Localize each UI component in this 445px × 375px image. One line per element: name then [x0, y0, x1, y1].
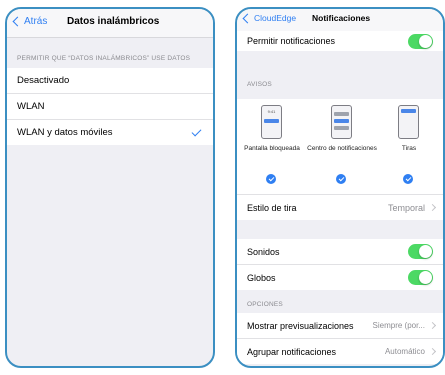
notification-center-phone-icon [331, 105, 352, 139]
allow-notifications-group: Permitir notificaciones [237, 31, 443, 51]
show-previews-value: Siempre (por... [372, 321, 425, 330]
sounds-badges-group: Sonidos Globos [237, 239, 443, 290]
alert-style-lock-screen[interactable]: 9:41 Pantalla bloqueada [237, 99, 307, 194]
allow-notifications-toggle[interactable] [408, 34, 433, 49]
option-label: Desactivado [17, 75, 70, 86]
banner-style-row[interactable]: Estilo de tira Temporal [237, 195, 443, 220]
badges-toggle[interactable] [408, 270, 433, 285]
alert-style-label: Pantalla bloqueada [244, 145, 300, 152]
sounds-row: Sonidos [237, 239, 443, 265]
show-previews-row[interactable]: Mostrar previsualizaciones Siempre (por.… [237, 313, 443, 339]
banner-style-group: Estilo de tira Temporal [237, 194, 443, 220]
option-wlan[interactable]: WLAN [7, 94, 213, 120]
alert-style-label: Tiras [401, 145, 417, 152]
data-options-list: Desactivado WLAN WLAN y datos móviles [7, 68, 213, 145]
lock-screen-phone-icon: 9:41 [261, 105, 282, 139]
navigation-bar: CloudEdge Notificaciones [237, 9, 443, 32]
grouping-value: Automático [384, 347, 425, 356]
alert-styles: 9:41 Pantalla bloqueada Centro de notifi… [237, 99, 443, 194]
options-section-header: OPCIONES [247, 301, 283, 308]
option-label: WLAN [17, 101, 45, 112]
notifications-screen: CloudEdge Notificaciones Permitir notifi… [235, 7, 445, 368]
back-button[interactable]: CloudEdge [242, 13, 297, 23]
page-title: Notificaciones [312, 13, 371, 23]
page-title: Datos inalámbricos [67, 16, 160, 27]
chevron-left-icon [242, 13, 253, 23]
banner-style-value: Temporal [387, 202, 425, 213]
wireless-data-screen: Atrás Datos inalámbricos PERMITIR QUE “D… [5, 7, 215, 368]
alert-style-banners[interactable]: Tiras [374, 99, 443, 194]
allow-notifications-row: Permitir notificaciones [237, 31, 443, 51]
section-header: PERMITIR QUE “DATOS INALÁMBRICOS” USE DA… [17, 55, 191, 62]
back-label: Atrás [24, 16, 48, 27]
options-group: Mostrar previsualizaciones Siempre (por.… [237, 313, 443, 364]
sounds-toggle[interactable] [408, 244, 433, 259]
alert-style-notification-center[interactable]: Centro de notificaciones [307, 99, 377, 194]
checkmark-circle-icon [336, 174, 346, 184]
grouping-row[interactable]: Agrupar notificaciones Automático [237, 339, 443, 364]
back-button[interactable]: Atrás [12, 16, 48, 27]
alert-style-label: Centro de notificaciones [307, 145, 377, 152]
chevron-left-icon [12, 16, 23, 27]
option-wlan-and-mobile[interactable]: WLAN y datos móviles [7, 120, 213, 145]
checkmark-circle-icon [403, 174, 413, 184]
alerts-section-header: AVISOS [247, 81, 272, 88]
lock-screen-time: 9:41 [267, 109, 276, 114]
back-label: CloudEdge [254, 13, 297, 23]
option-off[interactable]: Desactivado [7, 68, 213, 94]
badges-row: Globos [237, 265, 443, 290]
checkmark-circle-icon [266, 174, 276, 184]
banners-phone-icon [398, 105, 419, 139]
option-label: WLAN y datos móviles [17, 127, 113, 138]
navigation-bar: Atrás Datos inalámbricos [7, 9, 213, 38]
